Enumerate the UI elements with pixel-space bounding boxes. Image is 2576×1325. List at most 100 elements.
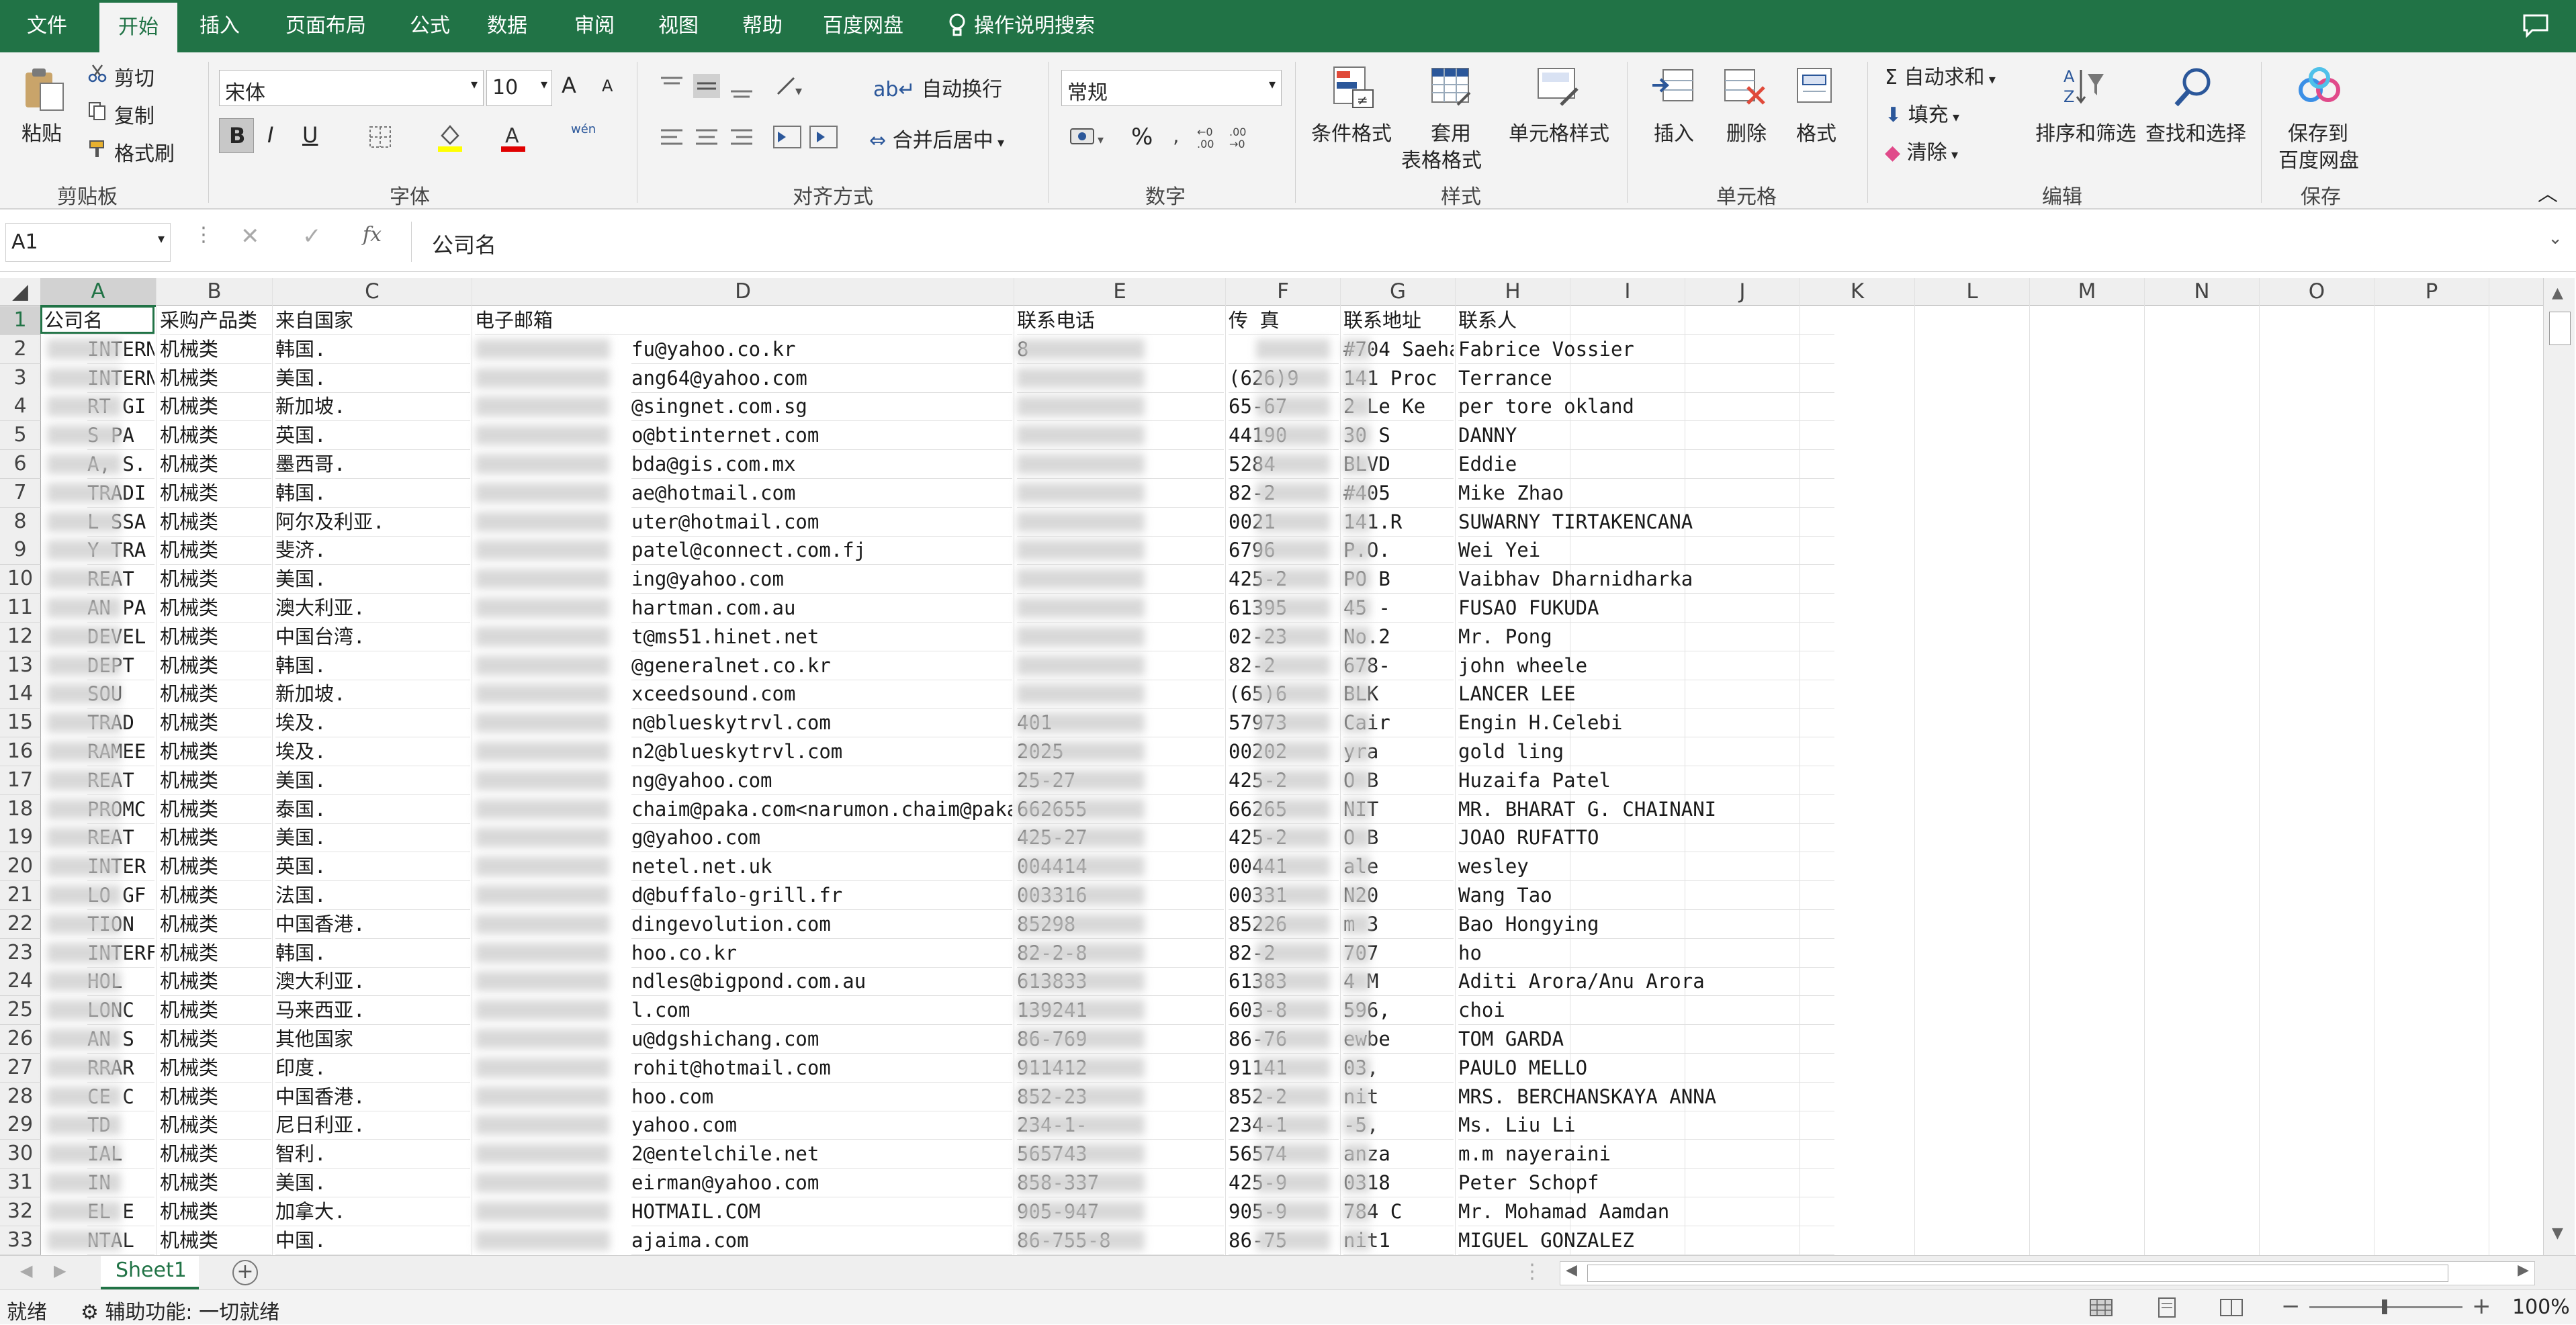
paste-icon[interactable] bbox=[20, 66, 67, 113]
table-cell[interactable]: u@dgshichang.com bbox=[631, 1025, 1012, 1054]
wrap-text-button[interactable]: ab↵ 自动换行 bbox=[873, 73, 1002, 102]
table-cell[interactable]: DANNY bbox=[1458, 421, 1834, 451]
header-cell[interactable]: 电子邮箱 bbox=[475, 306, 1012, 335]
column-header-p[interactable]: P bbox=[2374, 278, 2489, 306]
table-cell[interactable]: 中国台湾. bbox=[275, 623, 470, 651]
header-cell[interactable]: 来自国家 bbox=[275, 306, 470, 335]
table-cell[interactable]: wesley bbox=[1458, 852, 1834, 882]
indent-icons[interactable] bbox=[772, 124, 840, 150]
table-cell[interactable]: PAULO MELLO bbox=[1458, 1054, 1834, 1083]
row-header[interactable]: 15 bbox=[0, 709, 41, 738]
row-header[interactable]: 14 bbox=[0, 680, 41, 709]
sheet-tab-sheet1[interactable]: Sheet1 bbox=[101, 1256, 199, 1289]
normal-view-icon[interactable] bbox=[2088, 1297, 2115, 1318]
zoom-out-button[interactable]: − bbox=[2281, 1293, 2301, 1320]
format-painter-icon[interactable] bbox=[87, 138, 107, 158]
scroll-right-arrow[interactable]: ▶ bbox=[2518, 1262, 2529, 1279]
comments-icon[interactable] bbox=[2522, 13, 2549, 38]
table-cell[interactable]: 泰国. bbox=[275, 795, 470, 824]
row-header[interactable]: 12 bbox=[0, 622, 41, 651]
row-header[interactable]: 30 bbox=[0, 1140, 41, 1169]
table-cell[interactable]: MR. BHARAT G. CHAINANI bbox=[1458, 795, 1834, 824]
row-header[interactable]: 28 bbox=[0, 1082, 41, 1111]
table-cell[interactable]: 马来西亚. bbox=[275, 996, 470, 1025]
insert-function-button[interactable]: fx bbox=[363, 223, 382, 246]
table-cell[interactable]: Mr. Pong bbox=[1458, 623, 1834, 651]
paste-button[interactable]: 粘贴 bbox=[21, 117, 62, 146]
table-cell[interactable]: 机械类 bbox=[160, 450, 271, 479]
expand-formula-bar-icon[interactable]: ⌄ bbox=[2548, 228, 2563, 248]
header-cell[interactable]: 联系人 bbox=[1458, 306, 1834, 335]
table-cell[interactable]: ing@yahoo.com bbox=[631, 565, 1012, 594]
format-cells-icon[interactable] bbox=[1792, 63, 1839, 110]
delete-cells-icon[interactable] bbox=[1721, 63, 1768, 110]
zoom-slider-thumb[interactable] bbox=[2382, 1299, 2387, 1314]
tab-home[interactable]: 开始 bbox=[99, 3, 177, 52]
column-header-f[interactable]: F bbox=[1226, 278, 1341, 306]
select-all-corner[interactable]: ◢ bbox=[0, 278, 41, 306]
column-header-n[interactable]: N bbox=[2145, 278, 2260, 306]
table-cell[interactable]: 机械类 bbox=[160, 623, 271, 651]
table-cell[interactable]: 韩国. bbox=[275, 939, 470, 968]
table-cell[interactable]: xceedsound.com bbox=[631, 680, 1012, 709]
table-cell[interactable]: MRS. BERCHANSKAYA ANNA bbox=[1458, 1083, 1834, 1111]
table-cell[interactable]: m.m nayeraini bbox=[1458, 1140, 1834, 1169]
baidu-netdisk-icon[interactable] bbox=[2296, 63, 2343, 110]
row-header[interactable]: 20 bbox=[0, 852, 41, 882]
page-layout-view-icon[interactable] bbox=[2153, 1297, 2180, 1318]
cancel-icon[interactable]: ✕ bbox=[240, 223, 260, 250]
table-cell[interactable]: 机械类 bbox=[160, 680, 271, 709]
table-cell[interactable]: 机械类 bbox=[160, 709, 271, 738]
table-cell[interactable]: 机械类 bbox=[160, 852, 271, 882]
column-header-h[interactable]: H bbox=[1456, 278, 1570, 306]
header-cell[interactable]: 采购产品类 bbox=[160, 306, 271, 335]
row-header[interactable]: 22 bbox=[0, 909, 41, 939]
fill-color-icon[interactable] bbox=[437, 122, 463, 152]
table-cell[interactable]: 新加坡. bbox=[275, 392, 470, 422]
table-cell[interactable]: n@blueskytrvl.com bbox=[631, 709, 1012, 738]
table-cell[interactable]: n2@blueskytrvl.com bbox=[631, 737, 1012, 766]
vertical-align-icons[interactable] bbox=[658, 73, 759, 99]
column-header-o[interactable]: O bbox=[2260, 278, 2374, 306]
table-cell[interactable]: 机械类 bbox=[160, 766, 271, 795]
collapse-ribbon-icon[interactable]: ︿ bbox=[2538, 177, 2558, 207]
shrink-font-button[interactable]: A bbox=[602, 77, 613, 95]
table-cell[interactable]: 机械类 bbox=[160, 910, 271, 939]
table-cell[interactable]: ang64@yahoo.com bbox=[631, 364, 1012, 393]
format-as-table-label-1[interactable]: 套用 bbox=[1431, 117, 1471, 146]
row-header[interactable]: 16 bbox=[0, 737, 41, 766]
table-cell[interactable]: t@ms51.hinet.net bbox=[631, 623, 1012, 651]
merge-center-button[interactable]: ⇔ 合并后居中 ▾ bbox=[869, 124, 1004, 153]
table-cell[interactable]: patel@connect.com.fj bbox=[631, 536, 1012, 565]
format-as-table-label-2[interactable]: 表格格式 bbox=[1401, 144, 1482, 173]
column-header-a[interactable]: A bbox=[40, 278, 157, 307]
table-cell[interactable]: 美国. bbox=[275, 766, 470, 795]
autosum-button[interactable]: Σ 自动求和 ▾ bbox=[1885, 60, 1996, 90]
table-cell[interactable]: 机械类 bbox=[160, 565, 271, 594]
find-select-button[interactable]: 查找和选择 bbox=[2145, 117, 2246, 146]
table-cell[interactable]: 英国. bbox=[275, 852, 470, 882]
table-cell[interactable]: 机械类 bbox=[160, 881, 271, 910]
table-cell[interactable]: Mike Zhao bbox=[1458, 479, 1834, 508]
table-cell[interactable]: Fabrice Vossier bbox=[1458, 335, 1834, 364]
table-cell[interactable]: Mr. Mohamad Aamdan bbox=[1458, 1197, 1834, 1226]
number-format-dropdown[interactable]: 常规 ▾ bbox=[1061, 70, 1282, 106]
table-cell[interactable]: g@yahoo.com bbox=[631, 823, 1012, 853]
accessibility-status[interactable]: ⚙ 辅助功能: 一切就绪 bbox=[81, 1295, 279, 1325]
table-cell[interactable]: 机械类 bbox=[160, 1111, 271, 1140]
row-header[interactable]: 6 bbox=[0, 450, 41, 479]
table-cell[interactable]: LANCER LEE bbox=[1458, 680, 1834, 709]
row-header[interactable]: 26 bbox=[0, 1025, 41, 1054]
scissors-icon[interactable] bbox=[87, 63, 107, 83]
font-size-dropdown[interactable]: 10 ▾ bbox=[486, 70, 552, 106]
table-cell[interactable]: 2@entelchile.net bbox=[631, 1140, 1012, 1169]
table-cell[interactable]: john wheele bbox=[1458, 651, 1834, 680]
table-cell[interactable]: @generalnet.co.kr bbox=[631, 651, 1012, 680]
table-cell[interactable]: JOAO RUFATTO bbox=[1458, 823, 1834, 853]
format-cells-button[interactable]: 格式 bbox=[1796, 117, 1836, 146]
table-cell[interactable]: 其他国家 bbox=[275, 1025, 470, 1054]
table-cell[interactable]: netel.net.uk bbox=[631, 852, 1012, 882]
table-cell[interactable]: 中国香港. bbox=[275, 910, 470, 939]
table-cell[interactable]: 机械类 bbox=[160, 508, 271, 537]
insert-cells-icon[interactable] bbox=[1650, 63, 1697, 110]
